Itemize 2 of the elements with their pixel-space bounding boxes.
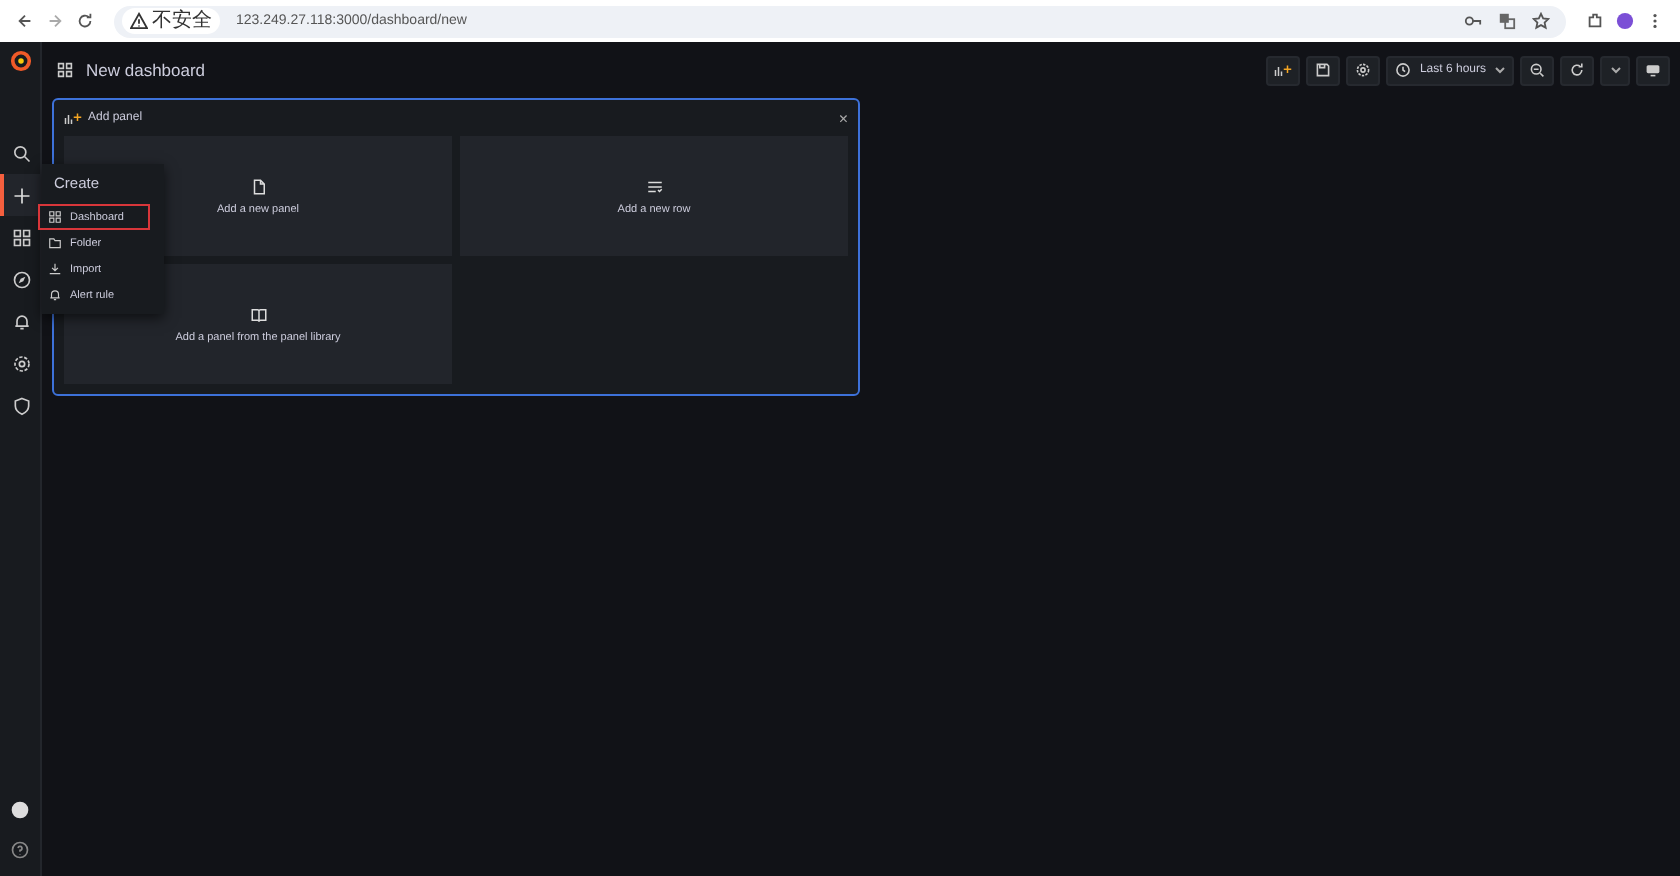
dashboard-title: New dashboard <box>86 60 206 80</box>
security-warning: 不安全 <box>152 8 212 34</box>
